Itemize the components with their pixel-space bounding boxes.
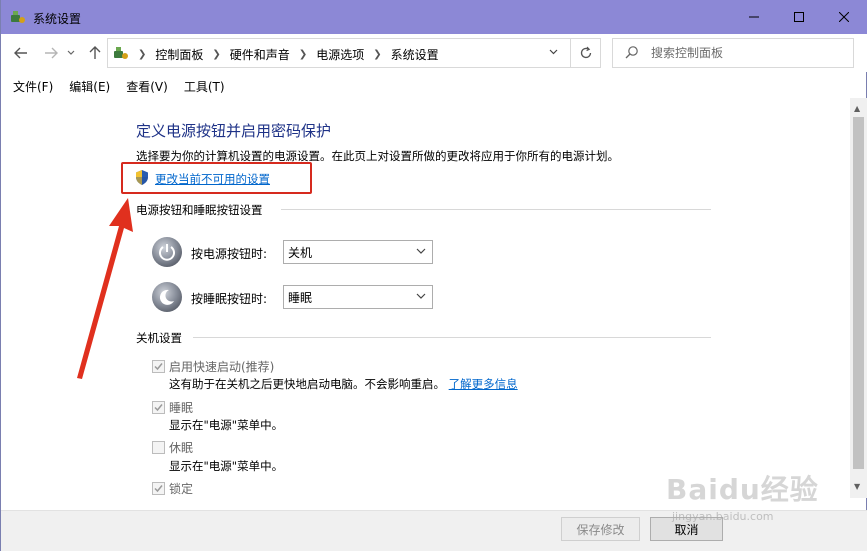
minimize-icon [749, 16, 759, 18]
shutdown-section-title: 关机设置 [136, 331, 182, 345]
hibernate-checkbox[interactable] [152, 441, 165, 454]
menu-bar: 文件(F) 编辑(E) 查看(V) 工具(T) [1, 74, 867, 98]
section-divider [193, 337, 711, 338]
refresh-icon [580, 46, 592, 59]
maximize-button[interactable] [777, 0, 821, 34]
menu-edit[interactable]: 编辑(E) [63, 78, 116, 95]
sleep-option-description: 显示在"电源"菜单中。 [169, 418, 284, 432]
window-title: 系统设置 [33, 12, 82, 26]
minimize-button[interactable] [732, 0, 776, 34]
fast-startup-checkbox[interactable] [152, 360, 165, 373]
power-button-icon [152, 237, 182, 267]
address-dropdown-button[interactable] [549, 47, 558, 58]
fast-startup-desc-text: 这有助于在关机之后更快地启动电脑。不会影响重启。 [169, 377, 445, 391]
breadcrumb-separator-icon[interactable]: ❯ [295, 49, 311, 60]
scroll-down-arrow-icon[interactable]: ▼ [854, 482, 860, 491]
checkmark-icon [154, 363, 163, 371]
save-changes-button[interactable]: 保存修改 [561, 517, 640, 541]
sleep-option-label: 睡眠 [169, 401, 194, 415]
checkmark-icon [154, 404, 163, 412]
learn-more-link[interactable]: 了解更多信息 [449, 377, 518, 391]
lock-option-label: 锁定 [169, 482, 194, 496]
breadcrumb-separator-icon: ❯ [138, 49, 147, 60]
scrollbar-thumb[interactable] [853, 117, 864, 469]
up-button[interactable] [85, 43, 105, 63]
sleep-button-action-value: 睡眠 [288, 291, 313, 305]
vertical-scrollbar[interactable]: ▲ ▼ [850, 98, 867, 498]
breadcrumb-hardware-sound[interactable]: 硬件和声音 [225, 46, 295, 63]
up-arrow-icon [89, 46, 101, 59]
navigation-bar: ❯ 控制面板 ❯ 硬件和声音 ❯ 电源选项 ❯ 系统设置 [1, 34, 867, 72]
hibernate-option-label: 休眠 [169, 441, 194, 455]
lock-checkbox[interactable] [152, 482, 165, 495]
power-button-label: 按电源按钮时: [191, 247, 268, 261]
close-icon [839, 12, 849, 22]
title-bar: 系统设置 [1, 0, 867, 34]
breadcrumb-power-options[interactable]: 电源选项 [311, 46, 369, 63]
section-divider [281, 209, 711, 210]
scroll-up-arrow-icon[interactable]: ▲ [854, 104, 860, 113]
breadcrumb-separator-icon[interactable]: ❯ [208, 49, 224, 60]
recent-locations-button[interactable] [65, 43, 77, 63]
search-box[interactable] [612, 38, 854, 68]
power-button-action-select[interactable]: 关机 [283, 240, 433, 264]
sleep-button-label: 按睡眠按钮时: [191, 292, 268, 306]
back-arrow-icon [14, 47, 27, 59]
refresh-button[interactable] [570, 39, 601, 67]
address-bar[interactable]: ❯ 控制面板 ❯ 硬件和声音 ❯ 电源选项 ❯ 系统设置 [107, 38, 601, 68]
hibernate-option-description: 显示在"电源"菜单中。 [169, 459, 284, 473]
menu-tools[interactable]: 工具(T) [178, 78, 231, 95]
forward-arrow-icon [45, 47, 58, 59]
chevron-down-icon [416, 293, 426, 299]
fast-startup-label: 启用快速启动(推荐) [169, 360, 275, 374]
maximize-icon [794, 12, 804, 22]
breadcrumb-separator-icon[interactable]: ❯ [369, 49, 385, 60]
menu-view[interactable]: 查看(V) [120, 78, 174, 95]
power-options-location-icon [113, 45, 129, 61]
cancel-button[interactable]: 取消 [650, 517, 723, 541]
fast-startup-description: 这有助于在关机之后更快地启动电脑。不会影响重启。 了解更多信息 [169, 376, 518, 392]
power-buttons-section-title: 电源按钮和睡眠按钮设置 [136, 203, 263, 217]
sleep-button-icon [152, 282, 182, 312]
breadcrumb: ❯ 控制面板 ❯ 硬件和声音 ❯ 电源选项 ❯ 系统设置 [134, 46, 444, 63]
menu-file[interactable]: 文件(F) [7, 78, 59, 95]
breadcrumb-system-settings[interactable]: 系统设置 [386, 46, 444, 63]
power-button-action-value: 关机 [288, 246, 313, 260]
close-button[interactable] [822, 0, 866, 34]
sleep-button-action-select[interactable]: 睡眠 [283, 285, 433, 309]
main-content: 定义电源按钮并启用密码保护 选择要为你的计算机设置的电源设置。在此页上对设置所做… [1, 98, 850, 510]
checkmark-icon [154, 485, 163, 493]
back-button[interactable] [11, 43, 31, 63]
footer-bar: 保存修改 取消 [1, 510, 867, 551]
power-options-app-icon [10, 9, 26, 25]
sleep-checkbox[interactable] [152, 401, 165, 414]
page-title: 定义电源按钮并启用密码保护 [136, 122, 332, 140]
chevron-down-icon [549, 49, 558, 55]
system-settings-window: 系统设置 ❯ 控制面板 ❯ 硬件和声音 ❯ 电源选项 ❯ 系统设置 搜索控制面板… [0, 0, 867, 551]
annotation-highlight-box [121, 162, 312, 194]
chevron-down-icon [67, 50, 75, 55]
forward-button[interactable] [41, 43, 61, 63]
chevron-down-icon [416, 248, 426, 254]
search-icon [625, 45, 639, 62]
breadcrumb-control-panel[interactable]: 控制面板 [150, 46, 208, 63]
search-input[interactable] [651, 44, 847, 62]
